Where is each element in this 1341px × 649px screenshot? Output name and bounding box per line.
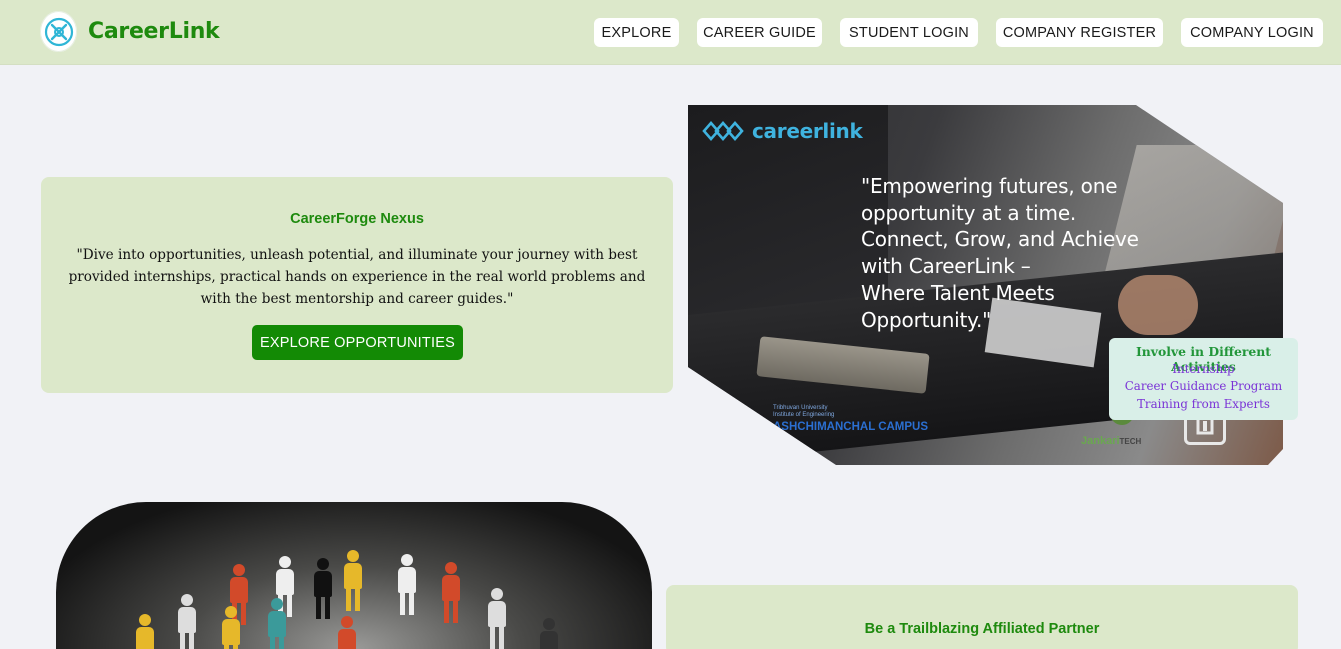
banner-logo: careerlink: [702, 119, 863, 143]
person-figure: [440, 562, 462, 623]
nav-student-login-button[interactable]: STUDENT LOGIN: [840, 18, 978, 47]
nav-career-guide-button[interactable]: CAREER GUIDE: [697, 18, 822, 47]
hero-card: CareerForge Nexus "Dive into opportuniti…: [41, 177, 673, 393]
activity-item[interactable]: Career Guidance Program: [1109, 379, 1298, 393]
person-figure: [396, 554, 418, 615]
jankari-name: Jankari: [1081, 435, 1120, 447]
person-figure: [538, 618, 560, 649]
banner-jankari-label: JankariTECH: [1081, 435, 1141, 447]
explore-opportunities-button[interactable]: EXPLORE OPPORTUNITIES: [252, 325, 463, 360]
banner-logo-text: careerlink: [752, 119, 863, 143]
person-figure: [266, 598, 288, 649]
person-figure: [312, 558, 334, 619]
brand-name: CareerLink: [88, 19, 220, 44]
person-figure: [134, 614, 156, 649]
brand[interactable]: CareerLink: [40, 11, 220, 52]
person-figure: [220, 606, 242, 649]
hero-title: CareerForge Nexus: [290, 211, 424, 227]
partner-card: Be a Trailblazing Affiliated Partner: [666, 585, 1298, 649]
nav-company-register-button[interactable]: COMPANY REGISTER: [996, 18, 1163, 47]
person-figure: [336, 616, 358, 649]
activity-item[interactable]: Internship: [1109, 362, 1298, 376]
nav-explore-button[interactable]: EXPLORE: [594, 18, 679, 47]
banner-campus-subtext: Tribhuvan University Institute of Engine…: [773, 405, 835, 418]
navbar: CareerLink EXPLORE CAREER GUIDE STUDENT …: [0, 0, 1341, 65]
brand-logo-icon: [40, 11, 77, 52]
person-figure: [486, 588, 508, 649]
nav-company-login-button[interactable]: COMPANY LOGIN: [1181, 18, 1323, 47]
banner-quote: "Empowering futures, one opportunity at …: [861, 174, 1139, 332]
partner-title: Be a Trailblazing Affiliated Partner: [864, 621, 1100, 637]
person-figure: [176, 594, 198, 649]
people-network-image: [56, 502, 652, 649]
activities-card: Involve in Different Activities Internsh…: [1109, 338, 1298, 420]
chain-link-icon: [702, 121, 744, 141]
person-figure: [342, 550, 364, 611]
hero-description: "Dive into opportunities, unleash potent…: [68, 247, 646, 307]
jankari-suffix: TECH: [1119, 437, 1142, 446]
activity-item[interactable]: Training from Experts: [1109, 397, 1298, 411]
banner-campus-label: ASHCHIMANCHAL CAMPUS: [773, 421, 929, 433]
